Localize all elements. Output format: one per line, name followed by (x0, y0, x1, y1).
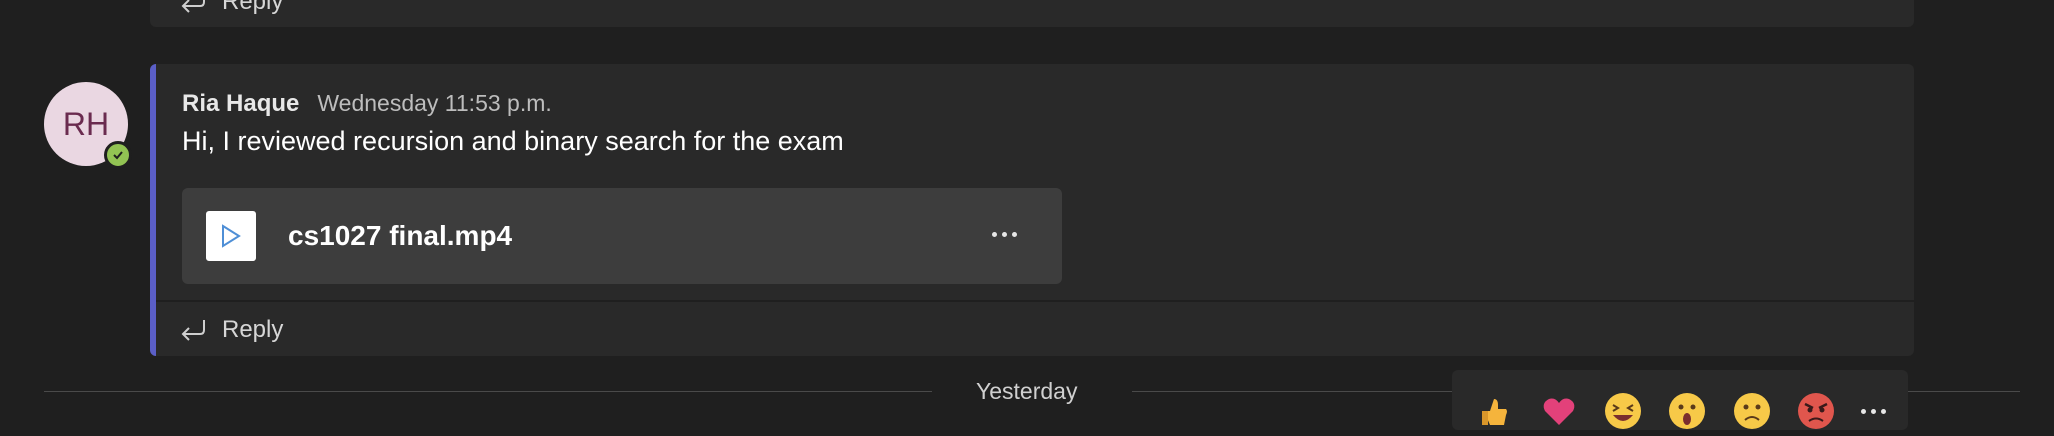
surprised-icon[interactable] (1667, 391, 1707, 431)
sad-icon[interactable] (1732, 391, 1772, 431)
message-divider (156, 300, 1914, 302)
message-timestamp: Wednesday 11:53 p.m. (317, 90, 552, 116)
avatar-initials: RH (62, 105, 110, 142)
angry-icon[interactable] (1796, 391, 1836, 431)
message-card: Ria Haque Wednesday 11:53 p.m. Hi, I rev… (150, 64, 1914, 356)
presence-available-icon (104, 141, 132, 169)
file-name: cs1027 final.mp4 (288, 220, 513, 251)
reply-label: Reply (222, 316, 284, 343)
more-options-icon[interactable] (984, 222, 1024, 246)
heart-icon[interactable] (1539, 391, 1579, 431)
day-divider-line (44, 391, 932, 392)
sender-name[interactable]: Ria Haque (182, 90, 299, 118)
reply-arrow-icon (178, 318, 208, 342)
thumbs-up-icon[interactable] (1474, 391, 1514, 431)
reply-label: Reply (222, 0, 284, 15)
reply-arrow-icon (178, 0, 208, 14)
message-header: Ria Haque Wednesday 11:53 p.m. (182, 90, 552, 118)
previous-message-card: Reply (150, 0, 1914, 27)
reply-button[interactable]: Reply (178, 316, 283, 344)
reply-button[interactable]: Reply (178, 0, 283, 16)
video-play-icon (206, 211, 256, 261)
message-body: Hi, I reviewed recursion and binary sear… (182, 126, 844, 156)
day-divider-label: Yesterday (976, 378, 1078, 404)
message-accent-bar (150, 64, 156, 356)
laugh-icon[interactable] (1603, 391, 1643, 431)
reaction-bar (1452, 370, 1908, 430)
file-attachment[interactable]: cs1027 final.mp4 (182, 188, 1062, 284)
more-reactions-icon[interactable] (1860, 408, 1886, 414)
